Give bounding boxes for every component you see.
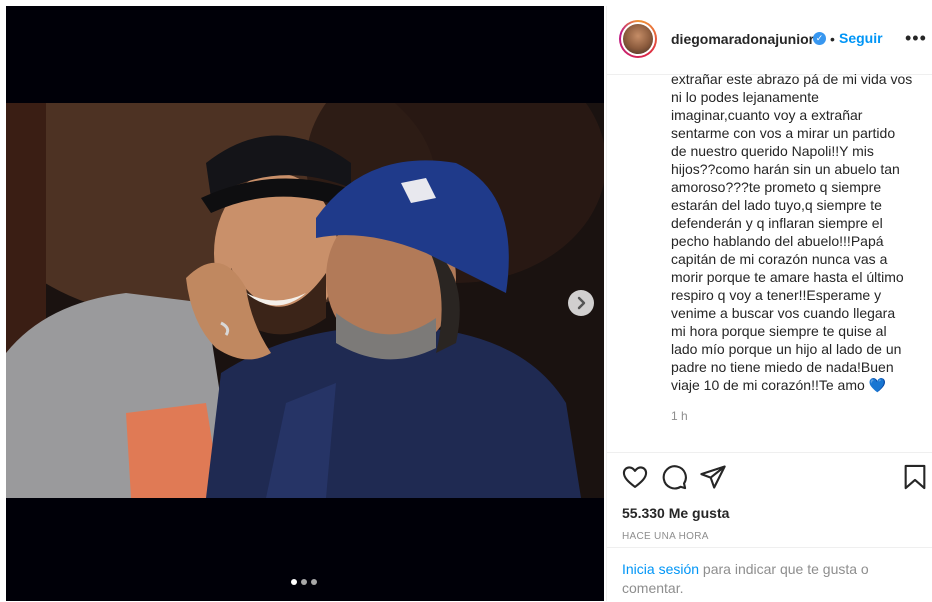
login-link[interactable]: Inicia sesión xyxy=(622,561,699,577)
avatar[interactable] xyxy=(619,20,657,58)
instagram-post: diegomaradonajunior ✓ • Seguir ••• extra… xyxy=(0,0,932,601)
next-slide-button[interactable] xyxy=(568,290,594,316)
comment-icon xyxy=(662,465,687,490)
likes-count[interactable]: 55.330 Me gusta xyxy=(622,505,729,521)
send-icon xyxy=(700,465,726,489)
blue-heart-emoji: 💙 xyxy=(868,377,887,393)
follow-button[interactable]: Seguir xyxy=(839,30,883,46)
share-button[interactable] xyxy=(699,463,727,491)
username-link[interactable]: diegomaradonajunior xyxy=(671,31,814,47)
verified-badge-icon: ✓ xyxy=(813,32,826,45)
heart-icon xyxy=(622,466,648,488)
comment-button[interactable] xyxy=(660,463,688,491)
photo-illustration xyxy=(6,103,604,498)
save-button[interactable] xyxy=(901,463,929,491)
post-sidebar: diegomaradonajunior ✓ • Seguir ••• extra… xyxy=(606,6,932,601)
like-button[interactable] xyxy=(621,463,649,491)
header-separator: • xyxy=(830,31,835,47)
post-photo[interactable] xyxy=(6,103,604,498)
post-timestamp[interactable]: HACE UNA HORA xyxy=(622,531,709,542)
carousel-dot-active xyxy=(291,579,297,585)
carousel-dot xyxy=(301,579,307,585)
login-text: Inicia sesión para indicar que te gusta … xyxy=(622,560,902,598)
bookmark-icon xyxy=(904,464,926,490)
carousel-dot xyxy=(311,579,317,585)
more-options-button[interactable]: ••• xyxy=(905,28,927,49)
chevron-right-icon xyxy=(577,296,586,310)
caption-text: extrañar este abrazo pá de mi vida vos n… xyxy=(671,71,913,393)
carousel-indicator xyxy=(291,579,317,585)
post-actions: 55.330 Me gusta HACE UNA HORA Inicia ses… xyxy=(607,452,932,601)
login-prompt: Inicia sesión para indicar que te gusta … xyxy=(607,547,932,602)
post-header: diegomaradonajunior ✓ • Seguir ••• xyxy=(607,6,932,75)
comment-time[interactable]: 1 h xyxy=(671,409,688,423)
post-caption: extrañar este abrazo pá de mi vida vos n… xyxy=(671,70,921,394)
